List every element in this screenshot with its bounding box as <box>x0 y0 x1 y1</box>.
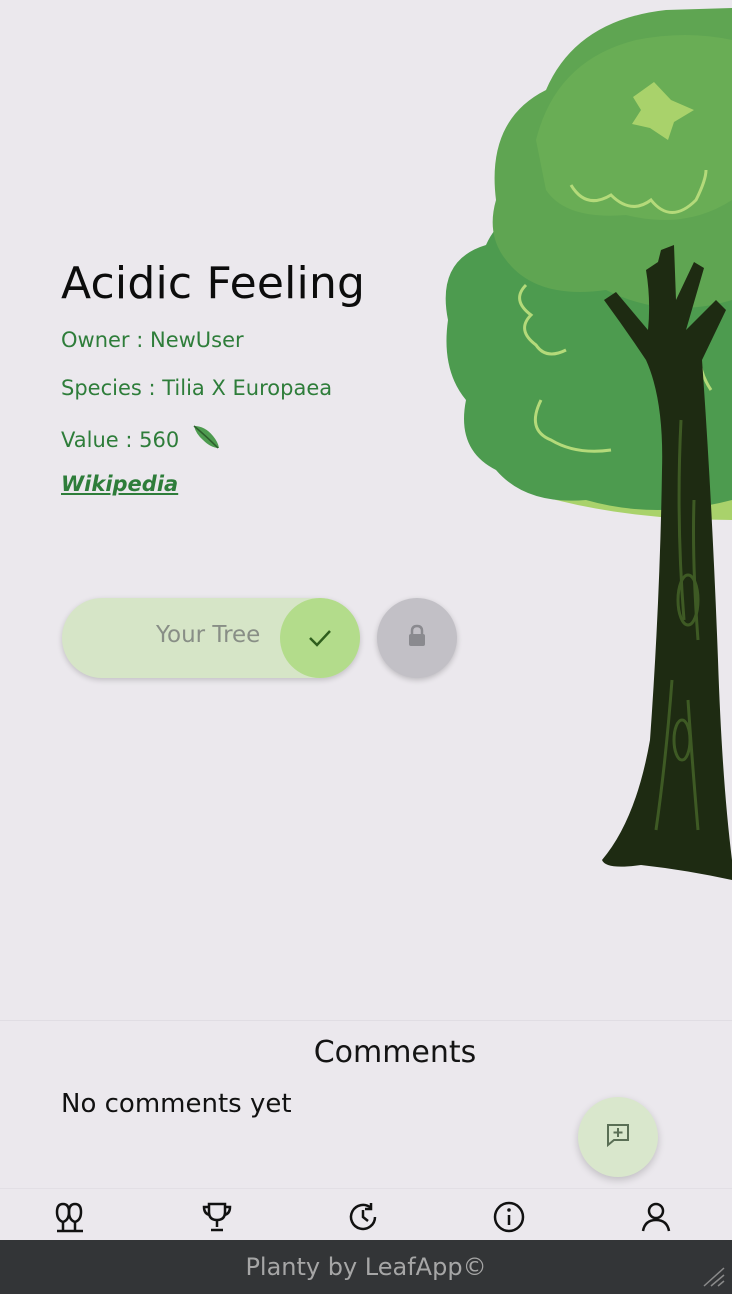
species-text: Species : Tilia X Europaea <box>61 376 333 400</box>
your-tree-label: Your Tree <box>156 622 261 648</box>
info-icon[interactable] <box>489 1197 529 1237</box>
trees-icon[interactable] <box>50 1197 90 1237</box>
tree-name: Acidic Feeling <box>61 258 366 309</box>
leaf-icon <box>191 424 221 455</box>
bottom-nav <box>0 1188 732 1241</box>
profile-icon[interactable] <box>636 1197 676 1237</box>
add-comment-button[interactable] <box>578 1097 658 1177</box>
value-row: Value : 560 <box>61 424 221 455</box>
comments-section: Comments No comments yet <box>0 1020 732 1189</box>
owner-text: Owner : NewUser <box>61 328 244 352</box>
lock-icon <box>407 624 427 652</box>
tree-illustration <box>445 8 732 880</box>
resize-grip-icon[interactable] <box>700 1266 726 1288</box>
footer: Planty by LeafApp© <box>0 1240 732 1294</box>
value-text: Value : 560 <box>61 427 180 452</box>
your-tree-toggle[interactable]: Your Tree <box>62 598 360 678</box>
history-icon[interactable] <box>343 1197 383 1237</box>
lock-button[interactable] <box>377 598 457 678</box>
add-comment-icon <box>605 1122 631 1152</box>
footer-text: Planty by LeafApp© <box>245 1253 487 1281</box>
trophy-icon[interactable] <box>197 1197 237 1237</box>
no-comments-text: No comments yet <box>61 1089 292 1119</box>
comments-title: Comments <box>313 1035 477 1070</box>
check-icon[interactable] <box>280 598 360 678</box>
wikipedia-link[interactable]: Wikipedia <box>61 472 178 496</box>
